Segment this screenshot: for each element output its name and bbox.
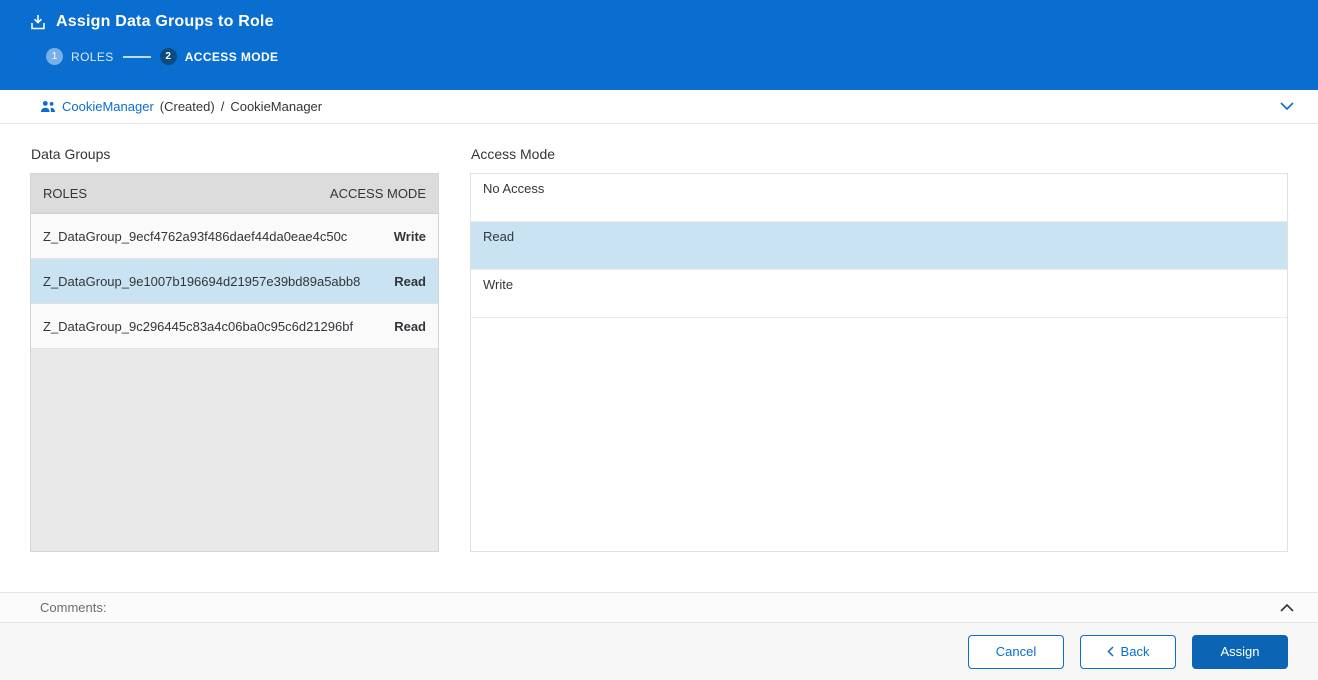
data-group-access: Read (394, 319, 426, 334)
data-group-access: Read (394, 274, 426, 289)
assign-button-label: Assign (1220, 644, 1259, 659)
access-option-write[interactable]: Write (471, 270, 1287, 318)
back-button-label: Back (1121, 644, 1150, 659)
data-group-access: Write (394, 229, 426, 244)
breadcrumb-context: CookieManager (230, 99, 322, 114)
comments-label: Comments: (40, 600, 106, 615)
wizard-header: Assign Data Groups to Role 1 ROLES 2 ACC… (0, 0, 1318, 90)
assign-role-icon (30, 14, 46, 30)
step-2-circle: 2 (160, 48, 177, 65)
chevron-left-icon (1107, 646, 1114, 657)
back-button[interactable]: Back (1080, 635, 1176, 669)
breadcrumb-separator: / (221, 99, 225, 114)
access-mode-panel: Access Mode No Access Read Write (470, 146, 1288, 552)
data-groups-panel: Data Groups ROLES ACCESS MODE Z_DataGrou… (30, 146, 439, 552)
step-roles[interactable]: 1 ROLES (46, 48, 114, 65)
access-option-no-access[interactable]: No Access (471, 174, 1287, 222)
access-option-label: No Access (483, 181, 544, 196)
comments-section[interactable]: Comments: (0, 592, 1318, 622)
breadcrumb-status: (Created) (160, 99, 215, 114)
data-group-name: Z_DataGroup_9e1007b196694d21957e39bd89a5… (43, 274, 360, 289)
step-2-label: ACCESS MODE (185, 50, 279, 64)
access-option-read[interactable]: Read (471, 222, 1287, 270)
cancel-button[interactable]: Cancel (968, 635, 1064, 669)
role-group-icon (40, 100, 56, 113)
data-group-name: Z_DataGroup_9ecf4762a93f486daef44da0eae4… (43, 229, 347, 244)
breadcrumb: CookieManager (Created) / CookieManager (0, 90, 1318, 124)
table-row[interactable]: Z_DataGroup_9ecf4762a93f486daef44da0eae4… (31, 214, 438, 259)
access-mode-list: No Access Read Write (470, 173, 1288, 552)
data-groups-title: Data Groups (31, 146, 439, 162)
access-option-label: Write (483, 277, 513, 292)
data-group-name: Z_DataGroup_9c296445c83a4c06ba0c95c6d212… (43, 319, 353, 334)
column-header-roles: ROLES (43, 186, 87, 201)
step-1-label: ROLES (71, 50, 114, 64)
chevron-up-icon[interactable] (1278, 601, 1296, 614)
step-access-mode[interactable]: 2 ACCESS MODE (160, 48, 279, 65)
chevron-down-icon[interactable] (1276, 98, 1298, 115)
table-row[interactable]: Z_DataGroup_9e1007b196694d21957e39bd89a5… (31, 259, 438, 304)
table-row[interactable]: Z_DataGroup_9c296445c83a4c06ba0c95c6d212… (31, 304, 438, 349)
assign-button[interactable]: Assign (1192, 635, 1288, 669)
column-header-access-mode: ACCESS MODE (330, 186, 426, 201)
page-title: Assign Data Groups to Role (56, 13, 274, 31)
main-content: Data Groups ROLES ACCESS MODE Z_DataGrou… (0, 124, 1318, 592)
access-mode-title: Access Mode (471, 146, 1288, 162)
table-header: ROLES ACCESS MODE (31, 174, 438, 214)
breadcrumb-role-link[interactable]: CookieManager (62, 99, 154, 114)
wizard-steps: 1 ROLES 2 ACCESS MODE (46, 48, 1318, 65)
data-groups-table: ROLES ACCESS MODE Z_DataGroup_9ecf4762a9… (30, 173, 439, 552)
access-option-label: Read (483, 229, 514, 244)
footer-toolbar: Cancel Back Assign (0, 622, 1318, 680)
step-connector-line (123, 56, 151, 58)
cancel-button-label: Cancel (996, 644, 1036, 659)
step-1-circle: 1 (46, 48, 63, 65)
